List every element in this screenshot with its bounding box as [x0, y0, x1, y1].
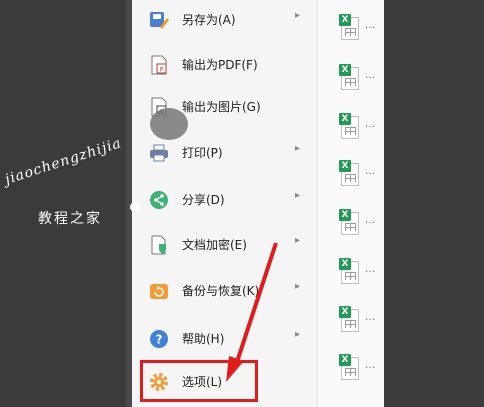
watermark-dot	[130, 202, 140, 212]
red-arrow-annotation	[226, 242, 278, 382]
watermark-text-cn: 教程之家	[38, 211, 102, 227]
